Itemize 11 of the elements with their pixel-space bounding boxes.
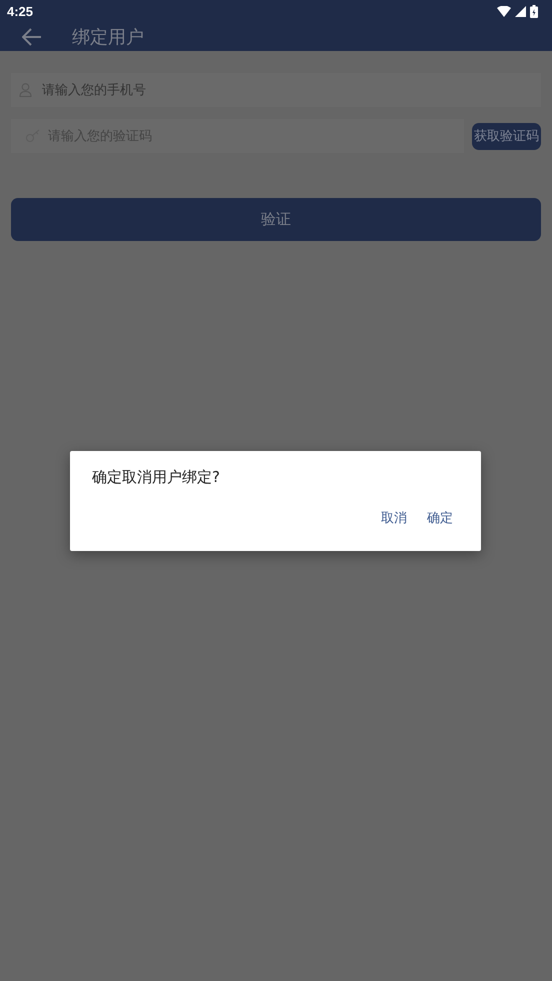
page-title: 绑定用户 [72, 26, 144, 48]
get-code-button[interactable]: 获取验证码 [472, 122, 541, 150]
dialog-button[interactable]: 取消 [375, 505, 413, 531]
verify-button[interactable]: 验证 [11, 198, 541, 241]
dialog-message: 确定取消用户绑定? [92, 468, 221, 487]
signal-icon [515, 6, 526, 16]
back-arrow-icon[interactable] [22, 28, 42, 46]
status-time: 4:25 [7, 4, 34, 18]
dialog-button[interactable]: 确定 [421, 505, 459, 531]
battery-icon [530, 4, 538, 18]
wifi-icon [497, 6, 511, 16]
